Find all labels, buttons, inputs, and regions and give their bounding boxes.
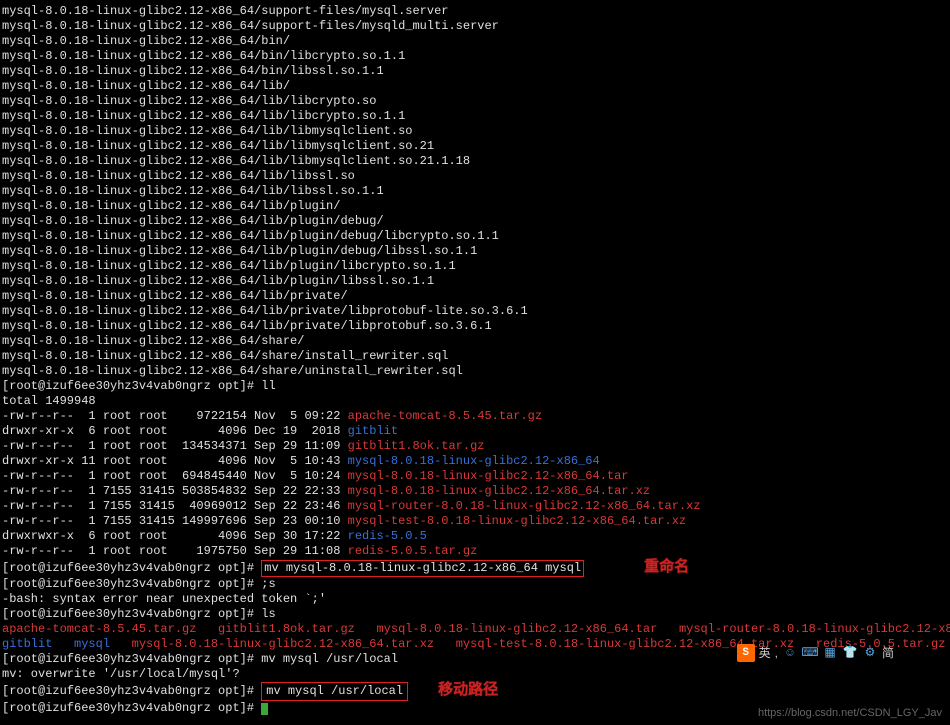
ime-smiley-icon[interactable]: ☺ bbox=[782, 645, 798, 661]
mv-overwrite: mv: overwrite '/usr/local/mysql'? bbox=[2, 667, 948, 682]
total-line: total 1499948 bbox=[2, 394, 948, 409]
tar-extract-line: mysql-8.0.18-linux-glibc2.12-x86_64/lib/… bbox=[2, 304, 948, 319]
prompt-ls: [root@izuf6ee30yhz3v4vab0ngrz opt]# ls bbox=[2, 607, 948, 622]
ime-toolbar[interactable]: S 英 , ☺ ⌨ ▦ 👕 ⚙ 简 bbox=[737, 644, 894, 662]
annotation-rename: 重命名 bbox=[644, 558, 689, 575]
ls-item: mysql bbox=[74, 637, 110, 651]
tar-extract-line: mysql-8.0.18-linux-glibc2.12-x86_64/lib/… bbox=[2, 124, 948, 139]
ime-jian-icon[interactable]: 简 bbox=[882, 646, 894, 661]
mv-move-cmd: mv mysql /usr/local bbox=[261, 682, 408, 701]
ll-row: -rw-r--r-- 1 7155 31415 503854832 Sep 22… bbox=[2, 484, 948, 499]
ll-row: -rw-r--r-- 1 root root 9722154 Nov 5 09:… bbox=[2, 409, 948, 424]
tar-extract-line: mysql-8.0.18-linux-glibc2.12-x86_64/lib/… bbox=[2, 289, 948, 304]
ime-skin-icon[interactable]: 👕 bbox=[842, 645, 858, 661]
ll-row: -rw-r--r-- 1 root root 694845440 Nov 5 1… bbox=[2, 469, 948, 484]
tar-extract-line: mysql-8.0.18-linux-glibc2.12-x86_64/lib/… bbox=[2, 184, 948, 199]
tar-extract-line: mysql-8.0.18-linux-glibc2.12-x86_64/bin/… bbox=[2, 64, 948, 79]
tar-extract-line: mysql-8.0.18-linux-glibc2.12-x86_64/lib/… bbox=[2, 139, 948, 154]
tar-extract-line: mysql-8.0.18-linux-glibc2.12-x86_64/bin/… bbox=[2, 49, 948, 64]
ime-lang-label[interactable]: 英 bbox=[759, 646, 771, 661]
sogou-logo-icon[interactable]: S bbox=[737, 644, 755, 662]
ll-row: drwxr-xr-x 11 root root 4096 Nov 5 10:43… bbox=[2, 454, 948, 469]
prompt-mv3: [root@izuf6ee30yhz3v4vab0ngrz opt]# mv m… bbox=[2, 682, 948, 701]
tar-extract-line: mysql-8.0.18-linux-glibc2.12-x86_64/lib/… bbox=[2, 109, 948, 124]
ll-row: drwxr-xr-x 6 root root 4096 Dec 19 2018 … bbox=[2, 424, 948, 439]
ls-item: apache-tomcat-8.5.45.tar.gz bbox=[2, 622, 196, 636]
tar-extract-line: mysql-8.0.18-linux-glibc2.12-x86_64/lib/ bbox=[2, 79, 948, 94]
tar-extract-line: mysql-8.0.18-linux-glibc2.12-x86_64/bin/ bbox=[2, 34, 948, 49]
annotation-move: 移动路径 bbox=[438, 681, 498, 698]
tar-extract-line: mysql-8.0.18-linux-glibc2.12-x86_64/lib/… bbox=[2, 229, 948, 244]
prompt-semicolon: [root@izuf6ee30yhz3v4vab0ngrz opt]# ;s bbox=[2, 577, 948, 592]
ll-row: -rw-r--r-- 1 7155 31415 40969012 Sep 22 … bbox=[2, 499, 948, 514]
ime-punct-icon[interactable]: , bbox=[775, 646, 778, 661]
ls-output-row1: apache-tomcat-8.5.45.tar.gz gitblit1.8ok… bbox=[2, 622, 948, 637]
mv-rename-cmd: mv mysql-8.0.18-linux-glibc2.12-x86_64 m… bbox=[261, 560, 584, 577]
tar-extract-line: mysql-8.0.18-linux-glibc2.12-x86_64/lib/… bbox=[2, 259, 948, 274]
ls-item: mysql-8.0.18-linux-glibc2.12-x86_64.tar bbox=[376, 622, 657, 636]
bash-error: -bash: syntax error near unexpected toke… bbox=[2, 592, 948, 607]
ls-item: gitblit bbox=[2, 637, 52, 651]
tar-extract-line: mysql-8.0.18-linux-glibc2.12-x86_64/shar… bbox=[2, 349, 948, 364]
tar-extract-line: mysql-8.0.18-linux-glibc2.12-x86_64/supp… bbox=[2, 19, 948, 34]
tar-extract-line: mysql-8.0.18-linux-glibc2.12-x86_64/lib/… bbox=[2, 244, 948, 259]
ls-item: mysql-router-8.0.18-linux-glibc2.12-x86_… bbox=[679, 622, 950, 636]
ime-settings-icon[interactable]: ⚙ bbox=[862, 645, 878, 661]
tar-extract-line: mysql-8.0.18-linux-glibc2.12-x86_64/lib/… bbox=[2, 214, 948, 229]
tar-extract-line: mysql-8.0.18-linux-glibc2.12-x86_64/lib/… bbox=[2, 154, 948, 169]
ll-row: -rw-r--r-- 1 root root 1975750 Sep 29 11… bbox=[2, 544, 948, 559]
ls-item: mysql-8.0.18-linux-glibc2.12-x86_64.tar.… bbox=[132, 637, 434, 651]
tar-extract-line: mysql-8.0.18-linux-glibc2.12-x86_64/shar… bbox=[2, 364, 948, 379]
tar-extract-line: mysql-8.0.18-linux-glibc2.12-x86_64/lib/… bbox=[2, 199, 948, 214]
tar-extract-line: mysql-8.0.18-linux-glibc2.12-x86_64/lib/… bbox=[2, 94, 948, 109]
ll-row: drwxrwxr-x 6 root root 4096 Sep 30 17:22… bbox=[2, 529, 948, 544]
ime-keyboard-icon[interactable]: ⌨ bbox=[802, 645, 818, 661]
tar-extract-line: mysql-8.0.18-linux-glibc2.12-x86_64/lib/… bbox=[2, 319, 948, 334]
ll-row: -rw-r--r-- 1 7155 31415 149997696 Sep 23… bbox=[2, 514, 948, 529]
ime-grid-icon[interactable]: ▦ bbox=[822, 645, 838, 661]
tar-extract-line: mysql-8.0.18-linux-glibc2.12-x86_64/lib/… bbox=[2, 274, 948, 289]
tar-extract-line: mysql-8.0.18-linux-glibc2.12-x86_64/shar… bbox=[2, 334, 948, 349]
ll-row: -rw-r--r-- 1 root root 134534371 Sep 29 … bbox=[2, 439, 948, 454]
watermark: https://blog.csdn.net/CSDN_LGY_Jav bbox=[758, 706, 942, 721]
terminal-output[interactable]: mysql-8.0.18-linux-glibc2.12-x86_64/supp… bbox=[0, 0, 950, 720]
prompt-ll: [root@izuf6ee30yhz3v4vab0ngrz opt]# ll bbox=[2, 379, 948, 394]
tar-extract-line: mysql-8.0.18-linux-glibc2.12-x86_64/supp… bbox=[2, 4, 948, 19]
prompt-mv1: [root@izuf6ee30yhz3v4vab0ngrz opt]# mv m… bbox=[2, 559, 948, 577]
tar-extract-line: mysql-8.0.18-linux-glibc2.12-x86_64/lib/… bbox=[2, 169, 948, 184]
ls-item: gitblit1.8ok.tar.gz bbox=[218, 622, 355, 636]
cursor bbox=[261, 703, 268, 715]
